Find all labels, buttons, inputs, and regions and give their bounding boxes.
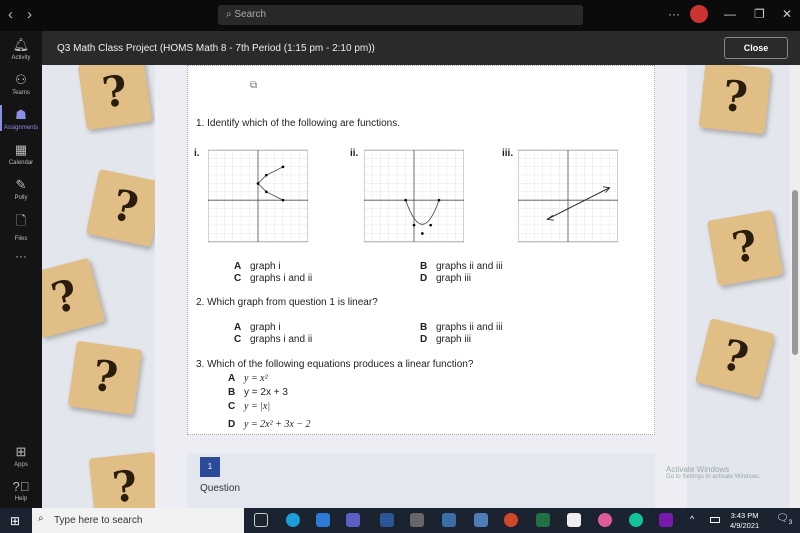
- assignments-icon: ☗: [15, 107, 27, 122]
- calendar-icon: ▦: [14, 142, 28, 157]
- decor-block: ?: [88, 451, 162, 508]
- rail-item-activity[interactable]: 🔔︎ Activity: [0, 37, 42, 61]
- forward-icon[interactable]: ›: [27, 6, 32, 23]
- decor-block: ?: [694, 317, 776, 399]
- mail-icon[interactable]: [316, 513, 330, 527]
- minimize-icon[interactable]: —: [724, 7, 736, 21]
- graph-label: ii.: [350, 148, 359, 159]
- top-bar: ‹ › ⌕ Search ··· — ❐ ✕: [0, 0, 800, 31]
- graph-label: i.: [194, 148, 200, 159]
- rail-item-polly[interactable]: ✎ Polly: [0, 177, 42, 201]
- image-icon: ⧉: [250, 80, 258, 91]
- file-icon: 🗋: [15, 213, 27, 228]
- rail-item-apps[interactable]: ⊞ Apps: [0, 444, 42, 468]
- question-3: 3. Which of the following equations prod…: [196, 359, 474, 370]
- rail-item-assignments[interactable]: ☗ Assignments: [0, 105, 42, 131]
- apps-icon: ⊞: [15, 444, 27, 459]
- q3-option-d[interactable]: Dy = 2x² + 3x − 2: [228, 419, 311, 430]
- search-input[interactable]: ⌕ Search: [218, 5, 583, 25]
- decor-block: ?: [67, 340, 143, 416]
- graph-label: iii.: [502, 148, 514, 159]
- q2-option-d[interactable]: Dgraph iii: [420, 334, 471, 345]
- onenote-icon[interactable]: [659, 513, 673, 527]
- windows-start-icon[interactable]: ⊞: [10, 514, 20, 528]
- search-icon: ⌕: [38, 513, 44, 524]
- back-icon[interactable]: ‹: [8, 6, 13, 23]
- rail-item-files[interactable]: 🗋 Files: [0, 212, 42, 242]
- teams-icon: ⚇: [15, 72, 27, 87]
- excel-icon[interactable]: [536, 513, 550, 527]
- taskbar-search-input[interactable]: ⌕ Type here to search: [32, 508, 244, 533]
- assignment-panel: ⧉ 1. Identify which of the following are…: [155, 65, 687, 508]
- close-button[interactable]: Close: [724, 37, 788, 59]
- rail-item-teams[interactable]: ⚇ Teams: [0, 72, 42, 96]
- camera-icon[interactable]: [410, 513, 424, 527]
- maximize-icon[interactable]: ❐: [754, 7, 765, 21]
- more-options-icon[interactable]: ···: [668, 7, 680, 21]
- help-icon: ?⃝: [12, 479, 30, 494]
- clock[interactable]: 3:43 PM 4/9/2021: [730, 511, 759, 531]
- activation-watermark: Activate Windows Go to Settings to activa…: [666, 465, 761, 480]
- battery-icon[interactable]: [710, 517, 720, 523]
- question-2: 2. Which graph from question 1 is linear…: [196, 297, 378, 308]
- word-icon[interactable]: [380, 513, 394, 527]
- decor-block: ?: [706, 209, 784, 287]
- page-title: Q3 Math Class Project (HOMS Math 8 - 7th…: [57, 43, 375, 54]
- decor-block: ?: [85, 168, 165, 248]
- app-rail: 🔔︎ Activity ⚇ Teams ☗ Assignments ▦ Calendar…: [0, 31, 42, 508]
- graph-ii: [364, 149, 464, 243]
- graph-i: [208, 149, 308, 243]
- rail-item-calendar[interactable]: ▦ Calendar: [0, 142, 42, 166]
- title-bar: Q3 Math Class Project (HOMS Math 8 - 7th…: [42, 31, 800, 65]
- question-label: Question: [200, 483, 241, 494]
- polly-icon: ✎: [15, 177, 27, 192]
- photos-icon[interactable]: [474, 513, 488, 527]
- rail-item-more[interactable]: ···: [0, 249, 42, 263]
- notifications-icon[interactable]: 🗨︎3: [776, 513, 792, 526]
- graph-iii: [518, 149, 618, 243]
- worksheet: ⧉ 1. Identify which of the following are…: [187, 65, 655, 435]
- question-1: 1. Identify which of the following are f…: [196, 118, 401, 129]
- scrollbar[interactable]: [790, 65, 800, 508]
- q3-option-a[interactable]: Ay = x²: [228, 373, 268, 384]
- bell-icon: 🔔︎: [12, 37, 30, 52]
- q3-option-c[interactable]: Cy = |x|: [228, 401, 270, 412]
- store-icon[interactable]: [567, 513, 581, 527]
- q1-option-c[interactable]: Cgraphs i and ii: [234, 273, 312, 284]
- paint-icon[interactable]: [598, 513, 612, 527]
- decor-block: ?: [77, 65, 153, 131]
- question-number-button[interactable]: 1: [200, 457, 220, 477]
- calculator-icon[interactable]: [442, 513, 456, 527]
- q2-option-b[interactable]: Bgraphs ii and iii: [420, 322, 503, 333]
- q2-option-c[interactable]: Cgraphs i and ii: [234, 334, 312, 345]
- q2-option-a[interactable]: Agraph i: [234, 322, 281, 333]
- close-window-icon[interactable]: ✕: [782, 7, 792, 21]
- question-nav: [187, 453, 655, 508]
- scrollbar-thumb[interactable]: [792, 190, 798, 355]
- task-view-icon[interactable]: [254, 513, 268, 527]
- grammarly-icon[interactable]: [629, 513, 643, 527]
- chevron-up-icon[interactable]: ^: [690, 514, 694, 524]
- taskbar: ⊞ ⌕ Type here to search ^ 3:43 PM 4/9/2021…: [0, 508, 800, 533]
- decor-block: ?: [698, 65, 772, 135]
- q1-option-d[interactable]: Dgraph iii: [420, 273, 471, 284]
- assignment-content: ? ? ? ? ? ? ? ? ⧉ 1. Identify which of t…: [42, 65, 790, 508]
- decor-block: ?: [42, 257, 106, 339]
- q3-option-b[interactable]: By = 2x + 3: [228, 387, 288, 398]
- rail-item-help[interactable]: ?⃝ Help: [0, 479, 42, 502]
- teams-taskbar-icon[interactable]: [346, 513, 360, 527]
- q1-option-a[interactable]: Agraph i: [234, 261, 281, 272]
- avatar[interactable]: [690, 5, 708, 23]
- powerpoint-icon[interactable]: [504, 513, 518, 527]
- q1-option-b[interactable]: Bgraphs ii and iii: [420, 261, 503, 272]
- edge-icon[interactable]: [286, 513, 300, 527]
